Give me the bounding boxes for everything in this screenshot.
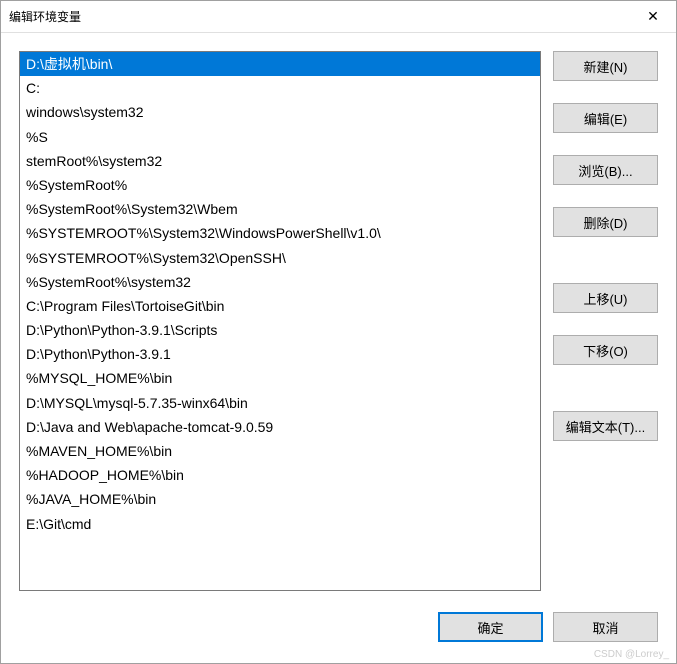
list-item[interactable]: %S xyxy=(20,125,540,149)
list-item[interactable]: %SYSTEMROOT%\System32\OpenSSH\ xyxy=(20,246,540,270)
move-down-button[interactable]: 下移(O) xyxy=(553,335,658,365)
new-button[interactable]: 新建(N) xyxy=(553,51,658,81)
list-item[interactable]: %HADOOP_HOME%\bin xyxy=(20,463,540,487)
delete-button[interactable]: 删除(D) xyxy=(553,207,658,237)
close-icon: ✕ xyxy=(647,8,659,25)
path-listbox[interactable]: D:\虚拟机\bin\C:windows\system32%SstemRoot%… xyxy=(19,51,541,591)
ok-button[interactable]: 确定 xyxy=(438,612,543,642)
content-area: D:\虚拟机\bin\C:windows\system32%SstemRoot%… xyxy=(1,33,676,609)
list-item[interactable]: %MAVEN_HOME%\bin xyxy=(20,439,540,463)
list-item[interactable]: windows\system32 xyxy=(20,100,540,124)
dialog-footer: 确定 取消 xyxy=(1,609,676,663)
edit-button[interactable]: 编辑(E) xyxy=(553,103,658,133)
list-item[interactable]: %SYSTEMROOT%\System32\WindowsPowerShell\… xyxy=(20,221,540,245)
list-item[interactable]: D:\Python\Python-3.9.1 xyxy=(20,342,540,366)
list-item[interactable]: D:\Java and Web\apache-tomcat-9.0.59 xyxy=(20,415,540,439)
list-item[interactable]: %SystemRoot%\system32 xyxy=(20,270,540,294)
list-item[interactable]: %SystemRoot%\System32\Wbem xyxy=(20,197,540,221)
titlebar: 编辑环境变量 ✕ xyxy=(1,1,676,33)
browse-button[interactable]: 浏览(B)... xyxy=(553,155,658,185)
list-item[interactable]: D:\MYSQL\mysql-5.7.35-winx64\bin xyxy=(20,391,540,415)
list-item[interactable]: D:\Python\Python-3.9.1\Scripts xyxy=(20,318,540,342)
list-item[interactable]: E:\Git\cmd xyxy=(20,512,540,536)
list-item[interactable]: C:\Program Files\TortoiseGit\bin xyxy=(20,294,540,318)
dialog-window: 编辑环境变量 ✕ D:\虚拟机\bin\C:windows\system32%S… xyxy=(0,0,677,664)
list-item[interactable]: %MYSQL_HOME%\bin xyxy=(20,366,540,390)
list-item[interactable]: %SystemRoot% xyxy=(20,173,540,197)
list-item[interactable]: stemRoot%\system32 xyxy=(20,149,540,173)
edit-text-button[interactable]: 编辑文本(T)... xyxy=(553,411,658,441)
move-up-button[interactable]: 上移(U) xyxy=(553,283,658,313)
list-item[interactable]: %JAVA_HOME%\bin xyxy=(20,487,540,511)
list-item[interactable]: C: xyxy=(20,76,540,100)
close-button[interactable]: ✕ xyxy=(630,1,676,33)
cancel-button[interactable]: 取消 xyxy=(553,612,658,642)
list-item[interactable]: D:\虚拟机\bin\ xyxy=(20,52,540,76)
button-column: 新建(N) 编辑(E) 浏览(B)... 删除(D) 上移(U) 下移(O) 编… xyxy=(553,51,658,591)
window-title: 编辑环境变量 xyxy=(9,8,81,25)
